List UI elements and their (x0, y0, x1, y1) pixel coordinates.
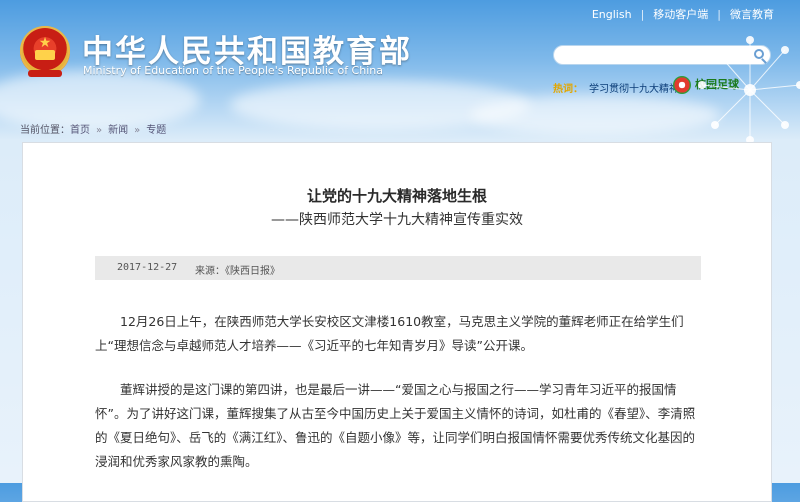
site-subtitle: Ministry of Education of the People's Re… (83, 64, 383, 77)
breadcrumb: 当前位置：首页 » 新闻 » 专题 (20, 121, 166, 136)
cloud-decoration (470, 95, 720, 135)
gate-icon (35, 50, 55, 60)
link-english[interactable]: English (592, 8, 632, 21)
breadcrumb-news[interactable]: 新闻 (108, 125, 128, 136)
article-paragraph: 12月26日上午，在陕西师范大学长安校区文津楼1610教室，马克思主义学院的董辉… (95, 314, 684, 353)
link-mobile-client[interactable]: 移动客户端 (653, 8, 708, 21)
star-icon: ★ (38, 35, 52, 51)
national-emblem-icon[interactable]: ★ (20, 26, 70, 77)
article-source: 来源：《陕西日报》 (195, 266, 280, 277)
hot-words: 热词： 学习贯彻十九大精神 (553, 80, 679, 95)
divider: | (717, 8, 721, 21)
football-icon (673, 76, 691, 94)
article-subtitle: ——陕西师范大学十九大精神宣传重实效 (271, 212, 523, 228)
dandelion-decoration-icon (698, 36, 800, 144)
article-date: 2017-12-27 (117, 262, 178, 273)
site-header: ★ 中华人民共和国教育部 Ministry of Education of th… (0, 0, 800, 144)
article-meta: 2017-12-27 来源：《陕西日报》 (95, 256, 701, 280)
article-title: 让党的十九大精神落地生根 (306, 187, 487, 205)
hot-words-link[interactable]: 学习贯彻十九大精神 (589, 84, 679, 95)
breadcrumb-home[interactable]: 首页 (70, 125, 90, 136)
breadcrumb-separator: » (96, 125, 103, 136)
hot-words-label: 热词： (553, 84, 583, 95)
ribbon-icon (28, 70, 62, 77)
divider: | (640, 8, 645, 21)
article-paragraph: 董辉讲授的是这门课的第四讲，也是最后一讲——“爱国之心与报国之行——学习青年习近… (95, 382, 696, 469)
link-weiyan[interactable]: 微言教育 (730, 8, 774, 21)
article-panel: 让党的十九大精神落地生根 ——陕西师范大学十九大精神宣传重实效 2017-12-… (22, 142, 772, 502)
breadcrumb-topics[interactable]: 专题 (146, 125, 166, 136)
top-links: English | 移动客户端 | 微言教育 (592, 6, 774, 22)
breadcrumb-separator: » (134, 125, 141, 136)
breadcrumb-label: 当前位置： (20, 125, 70, 136)
